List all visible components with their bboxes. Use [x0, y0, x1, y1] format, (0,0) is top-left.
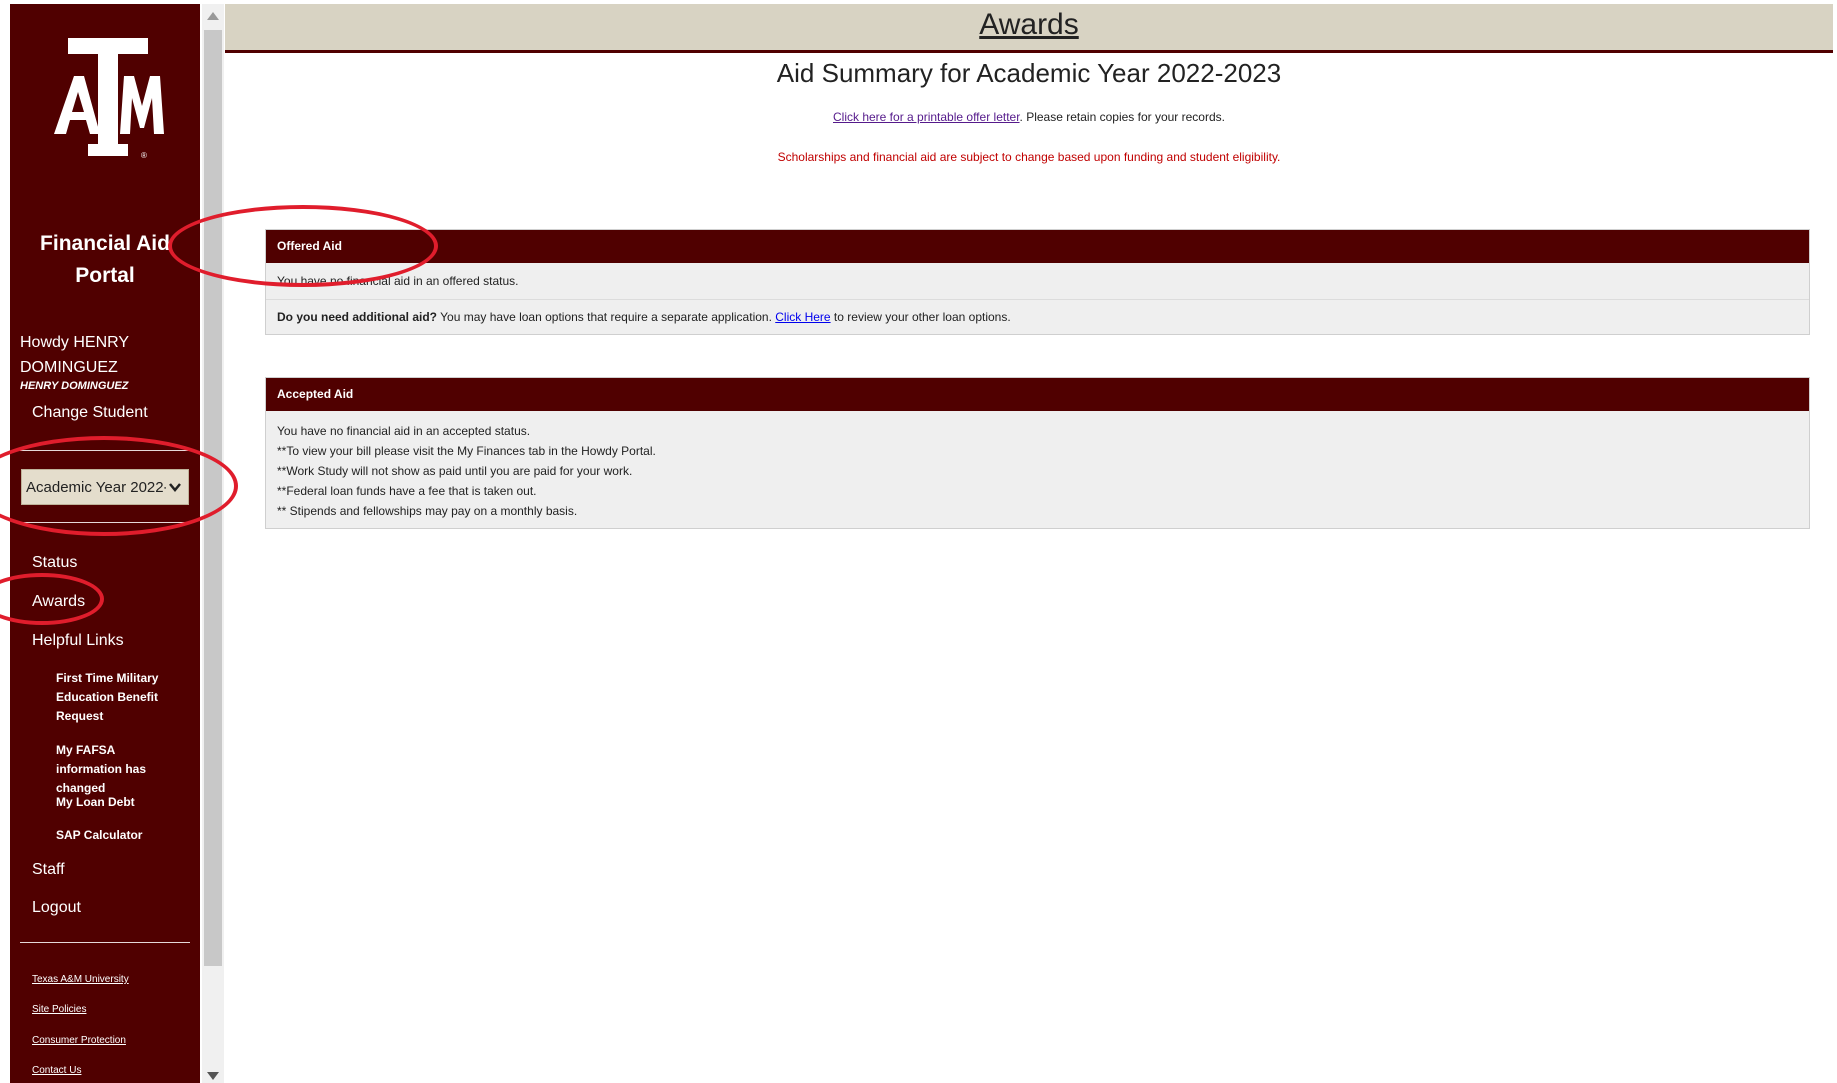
additional-aid-tail: to review your other loan options. [830, 310, 1011, 324]
sidebar-divider [20, 522, 190, 523]
footer-link-consumer[interactable]: Consumer Protection [32, 1035, 126, 1046]
helpful-link-loan-debt[interactable]: My Loan Debt [56, 793, 176, 812]
additional-aid-row: Do you need additional aid? You may have… [266, 300, 1809, 334]
accepted-aid-heading: Accepted Aid [266, 378, 1809, 411]
helpful-link-fafsa[interactable]: My FAFSA information has changed [56, 741, 176, 798]
sidebar-divider [20, 450, 190, 451]
accepted-aid-line: **Federal loan funds have a fee that is … [277, 484, 537, 498]
svg-text:®: ® [141, 151, 147, 160]
scroll-up-arrow-icon[interactable] [207, 12, 219, 20]
chevron-down-icon [169, 483, 181, 492]
footer-link-policies[interactable]: Site Policies [32, 1004, 86, 1015]
accepted-aid-line: ** Stipends and fellowships may pay on a… [277, 504, 578, 518]
accepted-aid-line: **To view your bill please visit the My … [277, 444, 656, 458]
sidebar-item-logout[interactable]: Logout [32, 899, 81, 917]
user-name: HENRY DOMINGUEZ [20, 380, 129, 392]
atm-logo: ® [54, 38, 164, 160]
portal-title: Financial Aid Portal [10, 228, 200, 292]
sidebar-item-staff[interactable]: Staff [32, 861, 65, 879]
sidebar-item-helpful-links[interactable]: Helpful Links [32, 632, 124, 650]
helpful-link-sap[interactable]: SAP Calculator [56, 826, 176, 845]
additional-aid-question: Do you need additional aid? [277, 310, 438, 324]
accepted-aid-line: **Work Study will not show as paid until… [277, 464, 633, 478]
offered-aid-heading: Offered Aid [266, 230, 1809, 263]
accepted-aid-panel: Accepted Aid You have no financial aid i… [265, 377, 1810, 529]
change-student-link[interactable]: Change Student [32, 404, 148, 422]
offered-aid-status: You have no financial aid in an offered … [266, 263, 1809, 300]
howdy-line2: DOMINGUEZ [20, 359, 118, 376]
academic-year-select-value: Academic Year 2022-2023 [26, 478, 166, 496]
sidebar-item-status[interactable]: Status [32, 554, 77, 572]
printable-offer-link[interactable]: Click here for a printable offer letter [833, 110, 1020, 124]
page-header: Awards [225, 4, 1833, 53]
printable-offer-line: Click here for a printable offer letter.… [225, 110, 1833, 124]
click-here-link[interactable]: Click Here [775, 310, 830, 324]
footer-link-tamu[interactable]: Texas A&M University [32, 974, 129, 985]
additional-aid-text: You may have loan options that require a… [437, 310, 776, 324]
helpful-link-military[interactable]: First Time Military Education Benefit Re… [56, 669, 176, 726]
aid-summary-title: Aid Summary for Academic Year 2022-2023 [776, 58, 1282, 88]
sidebar-scrollbar[interactable] [202, 4, 224, 1083]
sidebar: ® Financial Aid Portal Howdy HENRY DOMIN… [10, 4, 200, 1083]
footer-link-contact[interactable]: Contact Us [32, 1065, 81, 1076]
sidebar-item-awards[interactable]: Awards [32, 593, 85, 611]
offered-aid-panel: Offered Aid You have no financial aid in… [265, 229, 1810, 335]
scroll-thumb[interactable] [204, 30, 222, 966]
accepted-aid-line: You have no financial aid in an accepted… [277, 424, 531, 438]
portal-title-line2: Portal [75, 264, 135, 287]
scroll-down-arrow-icon[interactable] [207, 1072, 219, 1080]
eligibility-notice: Scholarships and financial aid are subje… [777, 150, 1281, 164]
howdy-line1: Howdy HENRY [20, 334, 130, 351]
page-title[interactable]: Awards [979, 8, 1079, 41]
portal-title-line1: Financial Aid [40, 232, 170, 255]
printable-offer-text: . Please retain copies for your records. [1019, 110, 1225, 124]
academic-year-select[interactable]: Academic Year 2022-2023 [21, 469, 189, 505]
sidebar-divider [20, 942, 190, 943]
howdy-greeting: Howdy HENRY DOMINGUEZ [20, 330, 195, 380]
accepted-aid-list: You have no financial aid in an accepted… [266, 411, 1809, 521]
